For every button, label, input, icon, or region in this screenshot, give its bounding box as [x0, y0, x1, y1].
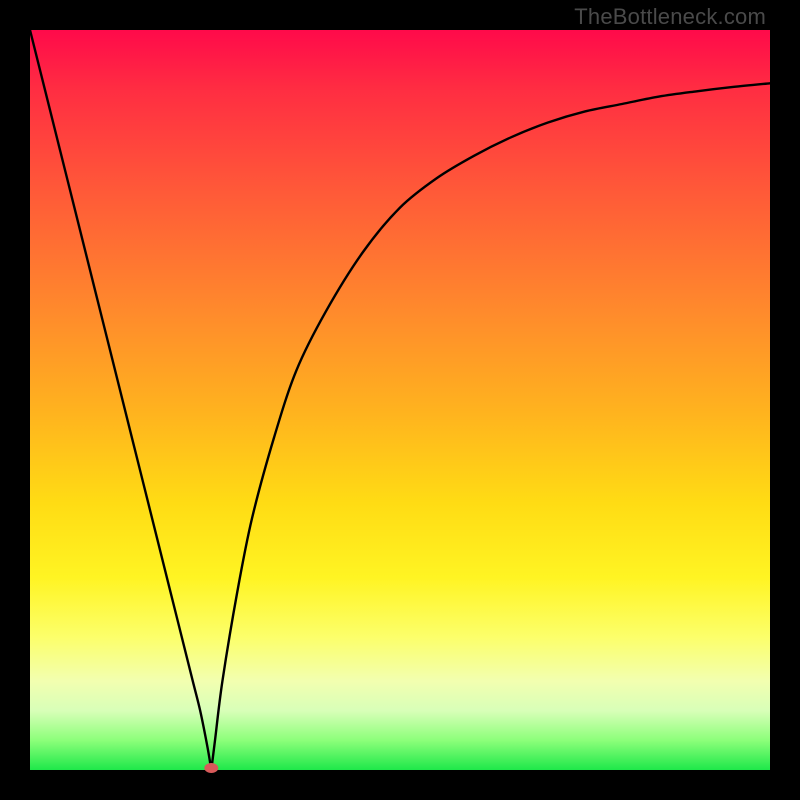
watermark-text: TheBottleneck.com [574, 4, 766, 30]
minimum-marker [204, 763, 218, 773]
curve-path [30, 30, 770, 773]
bottleneck-curve [30, 30, 770, 770]
chart-frame [30, 30, 770, 770]
